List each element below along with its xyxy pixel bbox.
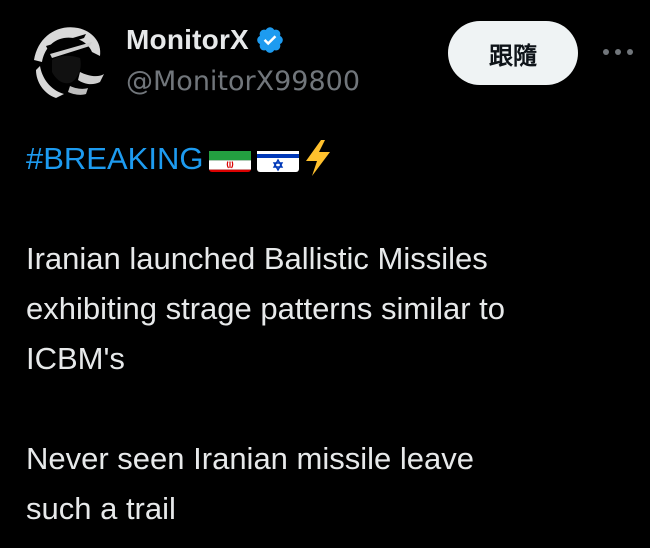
iran-flag-icon <box>209 144 252 172</box>
lightning-icon <box>303 139 333 177</box>
display-name-row[interactable]: MonitorX <box>126 22 360 58</box>
hashtag-line: #BREAKING <box>26 134 636 184</box>
hooded-figure-logo <box>26 16 110 100</box>
avatar[interactable] <box>26 16 110 100</box>
israel-flag-icon <box>257 144 300 172</box>
author-names: MonitorX @MonitorX99800 <box>126 22 360 97</box>
tweet-line-4: Never seen Iranian missile leave <box>26 441 474 476</box>
tweet-line-5: such a trail <box>26 491 176 526</box>
tweet-line-2: exhibiting strage patterns similar to <box>26 291 506 326</box>
follow-button[interactable]: 跟隨 <box>448 21 578 85</box>
tweet-line-1: Iranian launched Ballistic Missiles <box>26 241 488 276</box>
verified-badge-icon <box>257 27 283 53</box>
display-name[interactable]: MonitorX <box>126 24 249 56</box>
author-handle[interactable]: @MonitorX99800 <box>126 66 360 97</box>
tweet-header: MonitorX @MonitorX99800 跟隨 <box>0 0 650 120</box>
hashtag-link[interactable]: #BREAKING <box>26 141 203 176</box>
more-button[interactable] <box>596 36 640 68</box>
more-icon <box>603 49 633 55</box>
tweet-text: #BREAKING Iranian launched Ballistic Mis… <box>26 134 636 534</box>
tweet-line-3: ICBM's <box>26 341 125 376</box>
